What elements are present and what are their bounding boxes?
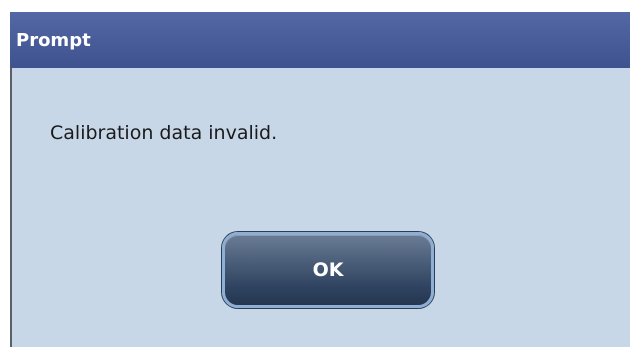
dialog-message: Calibration data invalid.	[50, 122, 278, 144]
dialog-titlebar[interactable]: Prompt	[10, 12, 630, 68]
dialog-title: Prompt	[16, 29, 91, 51]
ok-button-label: OK	[312, 259, 344, 281]
prompt-dialog: Prompt Calibration data invalid. OK	[0, 0, 630, 347]
dialog-body: Calibration data invalid. OK	[10, 68, 630, 347]
ok-button[interactable]: OK	[222, 232, 434, 308]
